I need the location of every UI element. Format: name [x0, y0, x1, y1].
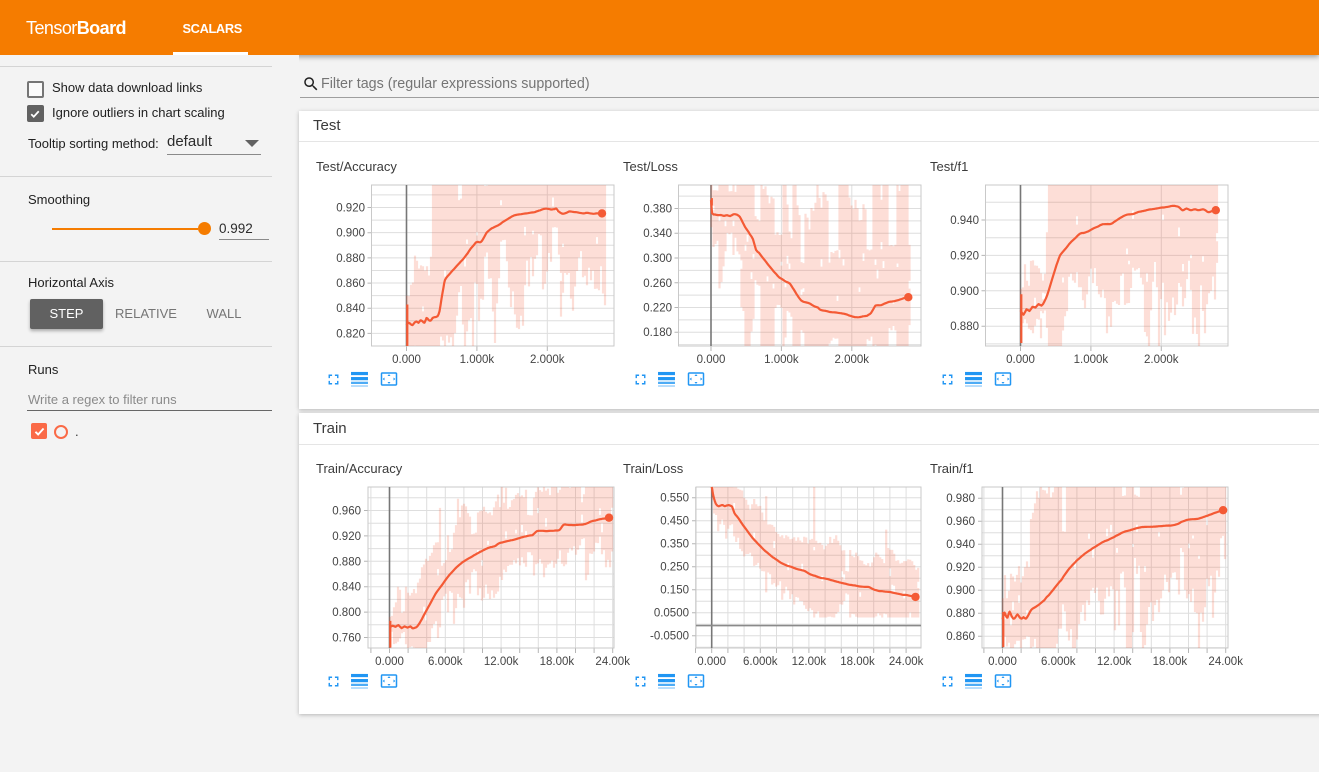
svg-text:0.000: 0.000 [375, 656, 404, 668]
svg-text:0.900: 0.900 [950, 286, 979, 298]
svg-text:0.880: 0.880 [336, 253, 365, 265]
svg-text:1.000k: 1.000k [460, 354, 495, 366]
svg-text:1.000k: 1.000k [764, 354, 799, 366]
svg-text:0.820: 0.820 [336, 328, 365, 340]
svg-text:0.920: 0.920 [336, 203, 365, 215]
svg-text:0.900: 0.900 [336, 228, 365, 240]
svg-text:0.260: 0.260 [643, 278, 672, 290]
svg-text:0.450: 0.450 [660, 516, 689, 528]
svg-text:0.0500: 0.0500 [654, 608, 689, 620]
svg-text:0.000: 0.000 [697, 656, 726, 668]
svg-text:0.250: 0.250 [660, 562, 689, 574]
svg-text:0.900: 0.900 [946, 585, 975, 597]
svg-text:0.860: 0.860 [336, 278, 365, 290]
svg-text:0.760: 0.760 [332, 633, 361, 645]
svg-text:0.380: 0.380 [643, 204, 672, 216]
svg-text:0.940: 0.940 [950, 215, 979, 227]
svg-text:18.00k: 18.00k [540, 656, 575, 668]
svg-text:0.000: 0.000 [988, 656, 1017, 668]
svg-text:12.00k: 12.00k [484, 656, 519, 668]
svg-text:0.920: 0.920 [946, 562, 975, 574]
svg-text:0.980: 0.980 [946, 493, 975, 505]
svg-text:6.000k: 6.000k [428, 656, 463, 668]
svg-text:0.000: 0.000 [697, 354, 726, 366]
svg-text:6.000k: 6.000k [1041, 656, 1076, 668]
svg-text:12.00k: 12.00k [1097, 656, 1132, 668]
svg-text:24.00k: 24.00k [889, 656, 924, 668]
svg-text:0.000: 0.000 [392, 354, 421, 366]
svg-text:0.800: 0.800 [332, 607, 361, 619]
svg-text:0.880: 0.880 [946, 608, 975, 620]
svg-text:0.000: 0.000 [1006, 354, 1035, 366]
svg-text:0.920: 0.920 [332, 531, 361, 543]
svg-text:-0.0500: -0.0500 [650, 631, 689, 643]
svg-text:0.940: 0.940 [946, 539, 975, 551]
svg-text:0.220: 0.220 [643, 303, 672, 315]
svg-text:2.000k: 2.000k [1144, 354, 1179, 366]
svg-text:0.180: 0.180 [643, 327, 672, 339]
svg-text:24.00k: 24.00k [1208, 656, 1243, 668]
svg-text:2.000k: 2.000k [530, 354, 565, 366]
svg-text:0.880: 0.880 [950, 321, 979, 333]
svg-text:1.000k: 1.000k [1074, 354, 1109, 366]
svg-text:18.00k: 18.00k [840, 656, 875, 668]
svg-text:0.840: 0.840 [336, 303, 365, 315]
svg-text:0.960: 0.960 [946, 516, 975, 528]
svg-text:0.840: 0.840 [332, 582, 361, 594]
svg-text:12.00k: 12.00k [792, 656, 827, 668]
svg-text:0.340: 0.340 [643, 228, 672, 240]
svg-text:18.00k: 18.00k [1153, 656, 1188, 668]
svg-text:6.000k: 6.000k [743, 656, 778, 668]
svg-text:2.000k: 2.000k [835, 354, 870, 366]
svg-text:0.550: 0.550 [660, 493, 689, 505]
svg-text:0.880: 0.880 [332, 556, 361, 568]
svg-text:0.860: 0.860 [946, 631, 975, 643]
svg-text:0.920: 0.920 [950, 250, 979, 262]
svg-text:0.960: 0.960 [332, 506, 361, 518]
svg-text:0.350: 0.350 [660, 539, 689, 551]
svg-text:0.300: 0.300 [643, 253, 672, 265]
svg-text:0.150: 0.150 [660, 585, 689, 597]
